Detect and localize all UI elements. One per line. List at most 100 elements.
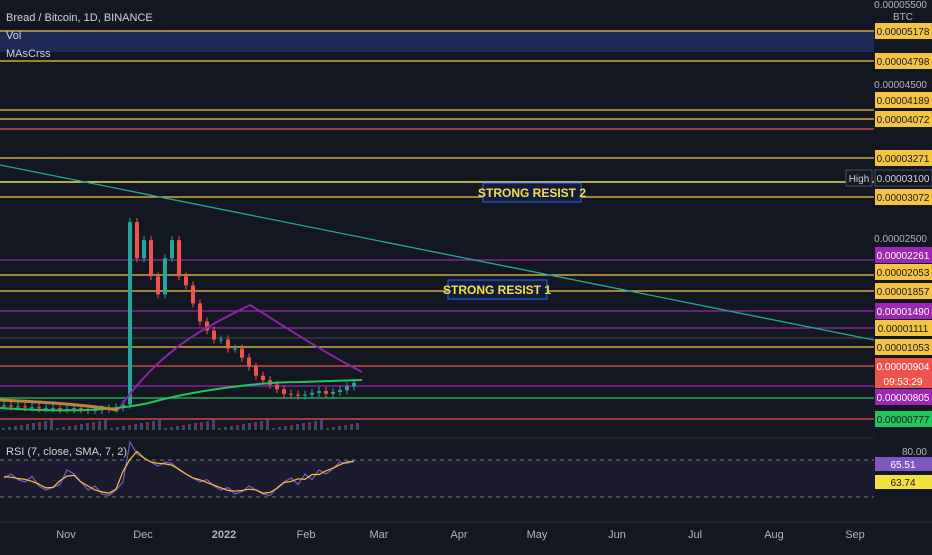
candle-body [9, 405, 13, 407]
candle-body [247, 357, 251, 367]
candle-body [51, 408, 55, 410]
candle-body [212, 330, 216, 340]
candle-body [331, 391, 335, 394]
volume-bar [8, 427, 11, 430]
candle-body [296, 394, 300, 396]
volume-bar [80, 424, 83, 430]
volume-bar [260, 421, 263, 430]
candle-body [310, 392, 314, 395]
volume-bar [242, 424, 245, 430]
volume-bar [236, 425, 239, 430]
candle-body [30, 407, 34, 409]
candle-body [184, 276, 188, 286]
volume-bar [164, 428, 167, 430]
volume-bar [116, 427, 119, 430]
price-tag-label: 0.00001490 [877, 307, 930, 318]
x-tick-label: May [527, 529, 548, 541]
candle-body [338, 390, 342, 392]
rsi-tick-label: 80.00 [902, 447, 927, 458]
x-tick-label: Nov [56, 529, 76, 541]
volume-bar [110, 428, 113, 430]
candle-body [289, 393, 293, 395]
volume-bar [194, 423, 197, 430]
y-tick-label: 0.00004500 [874, 80, 927, 91]
volume-bar [14, 426, 17, 430]
volume-bar [302, 423, 305, 430]
countdown-label: 09:53:29 [884, 377, 923, 388]
chart[interactable]: STRONG RESIST 2 STRONG RESIST 1 0.0000550… [0, 0, 932, 550]
price-tag-label: 0.00000777 [877, 415, 930, 426]
volume-bar [320, 420, 323, 430]
volume-bar [152, 421, 155, 430]
candle-body [219, 339, 223, 341]
x-tick-label: Jun [608, 529, 626, 541]
candle-body [317, 391, 321, 393]
x-tick-label: Apr [450, 529, 467, 541]
candle-body [226, 339, 230, 349]
price-tag-label: 0.00004189 [877, 96, 930, 107]
price-tag-label: 0.00000904 [877, 362, 930, 373]
volume-bar [50, 420, 53, 430]
candle-body [79, 408, 83, 410]
volume-bar [176, 426, 179, 430]
volume-bar [344, 425, 347, 430]
y-tick-label: 0.00005500 [874, 0, 927, 11]
price-tag-label: 0.00003072 [877, 193, 930, 204]
volume-bar [308, 422, 311, 430]
candle-body [135, 222, 139, 259]
currency-label: BTC [893, 12, 913, 23]
vol-indicator-label[interactable]: Vol [6, 30, 21, 42]
volume-bar [38, 422, 41, 430]
x-tick-label: Aug [764, 529, 784, 541]
volume-bar [74, 425, 77, 430]
price-tag-label: 0.00003271 [877, 154, 930, 165]
candle-body [282, 389, 286, 394]
price-tag-label: 0.00001111 [878, 324, 929, 335]
price-tag-label: 0.00000805 [877, 393, 930, 404]
annotation-resist-1: STRONG RESIST 1 [443, 283, 551, 297]
candle-body [72, 408, 76, 410]
rsi-band-fill [0, 460, 874, 497]
candle-body [233, 348, 237, 350]
x-tick-label: Dec [133, 529, 153, 541]
candle-body [240, 348, 244, 358]
volume-bar [188, 424, 191, 430]
candle-body [156, 276, 160, 295]
volume-bar [2, 428, 5, 430]
volume-bar [140, 423, 143, 430]
symbol-title: Bread / Bitcoin, 1D, BINANCE [6, 12, 153, 24]
candle-body [345, 386, 349, 391]
volume-bar [104, 420, 107, 430]
volume-bar [158, 420, 161, 430]
volume-bar [146, 422, 149, 430]
volume-bar [230, 426, 233, 430]
volume-bar [62, 427, 65, 430]
rsi-value-label: 65.51 [890, 460, 915, 471]
candle-body [16, 406, 20, 408]
rsi-sma-label: 63.74 [890, 478, 915, 489]
volume-bar [290, 425, 293, 430]
volume-bar [338, 426, 341, 430]
volume-bar [350, 424, 353, 430]
volume-bar [254, 422, 257, 430]
volume-bar [332, 427, 335, 430]
rsi-indicator-label[interactable]: RSI (7, close, SMA, 7, 2) [6, 446, 127, 458]
candle-body [352, 382, 356, 387]
volume-bar [44, 421, 47, 430]
candle-body [303, 394, 307, 396]
price-tag-label: 0.00004072 [877, 115, 930, 126]
volume-bar [92, 422, 95, 430]
volume-bar [170, 427, 173, 430]
candle-body [44, 408, 48, 410]
price-tag-label: 0.00001857 [877, 287, 930, 298]
volume-bar [266, 420, 269, 430]
ma-indicator-label[interactable]: MAsCrss [6, 48, 51, 60]
y-tick-label: 0.00002500 [874, 234, 927, 245]
candle-body [261, 375, 265, 381]
volume-bar [182, 425, 185, 430]
x-tick-label: Jul [688, 529, 702, 541]
price-tag-label: 0.00004798 [877, 57, 930, 68]
chart-canvas[interactable]: STRONG RESIST 2 STRONG RESIST 1 0.0000550… [0, 0, 932, 550]
candle-body [149, 240, 153, 277]
volume-bar [284, 426, 287, 430]
